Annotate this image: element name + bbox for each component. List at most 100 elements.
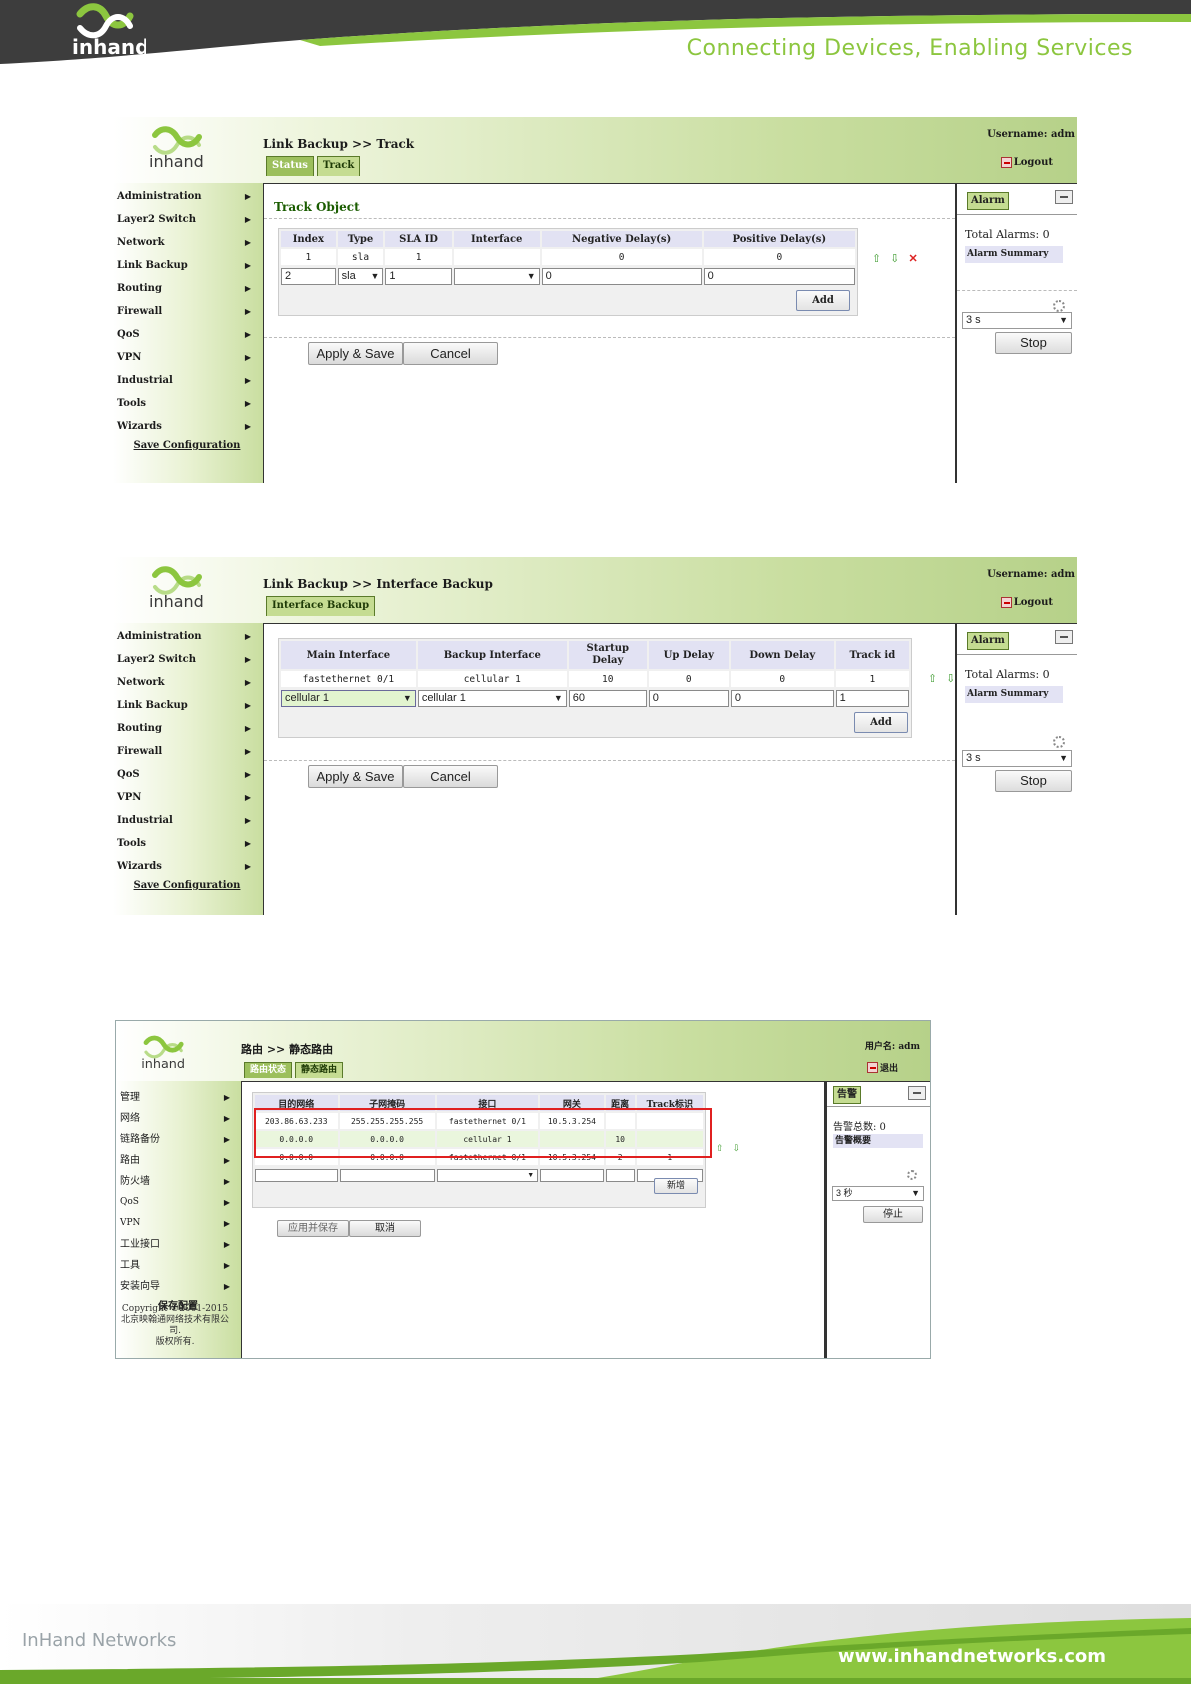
menu-item-layer2-switch[interactable]: Layer2 Switch ▶ bbox=[117, 208, 257, 231]
menu-item-vpn[interactable]: VPN ▶ bbox=[117, 346, 257, 369]
menu-item-tools[interactable]: 工具 ▶ bbox=[120, 1255, 236, 1276]
apply-save-button[interactable]: 应用并保存 bbox=[277, 1220, 349, 1237]
refresh-interval-select[interactable]: 3 s ▼ bbox=[962, 750, 1072, 767]
index-input[interactable]: 2 bbox=[281, 267, 336, 285]
alarm-tab[interactable]: Alarm bbox=[967, 192, 1009, 210]
refresh-interval-select[interactable]: 3 s ▼ bbox=[962, 312, 1072, 329]
menu-item-wizards[interactable]: 安装向导 ▶ bbox=[120, 1276, 236, 1297]
total-alarms: Total Alarms: 0 bbox=[965, 228, 1050, 241]
logout-link[interactable]: 退出 bbox=[866, 1061, 898, 1074]
interface-select[interactable]: ▼ bbox=[436, 1168, 539, 1182]
minimize-icon[interactable] bbox=[908, 1086, 926, 1100]
menu-item-vpn[interactable]: VPN ▶ bbox=[117, 786, 257, 809]
up-delay-input[interactable]: 0 bbox=[648, 689, 729, 707]
move-down-icon[interactable]: ⇩ bbox=[733, 1144, 741, 1154]
menu-item-tools[interactable]: Tools ▶ bbox=[117, 832, 257, 855]
menu-item-network[interactable]: 网络 ▶ bbox=[120, 1108, 236, 1129]
distance-input[interactable] bbox=[605, 1168, 635, 1182]
refresh-interval-select[interactable]: 3 秒 ▼ bbox=[832, 1186, 924, 1201]
menu-item-link-backup[interactable]: Link Backup ▶ bbox=[117, 254, 257, 277]
menu-item-administration[interactable]: Administration ▶ bbox=[117, 185, 257, 208]
cancel-button[interactable]: 取消 bbox=[349, 1220, 421, 1237]
startup-delay-input[interactable]: 60 bbox=[568, 689, 647, 707]
interface-backup-table: Main Interface Backup Interface Startup … bbox=[278, 638, 912, 738]
negative-delay-input[interactable]: 0 bbox=[541, 267, 702, 285]
tab-static-route[interactable]: 静态路由 bbox=[295, 1062, 344, 1078]
menu-item-qos[interactable]: QoS ▶ bbox=[117, 323, 257, 346]
add-button[interactable]: Add bbox=[854, 712, 908, 733]
move-up-icon[interactable]: ⇧ bbox=[872, 252, 881, 265]
apply-save-button[interactable]: Apply & Save bbox=[308, 765, 403, 788]
menu-item-network[interactable]: Network ▶ bbox=[117, 671, 257, 694]
stop-button[interactable]: Stop bbox=[995, 770, 1072, 792]
menu-item-link-backup[interactable]: 链路备份 ▶ bbox=[120, 1129, 236, 1150]
menu-item-vpn[interactable]: VPN ▶ bbox=[120, 1213, 236, 1234]
screenshot-track: inhand Link Backup >> Track Status Track… bbox=[113, 117, 1077, 483]
gateway-input[interactable] bbox=[540, 1168, 604, 1182]
destination-input[interactable] bbox=[255, 1168, 338, 1182]
inhand-logo-icon: inhand bbox=[72, 3, 146, 58]
inhand-logo-icon: inhand bbox=[141, 1035, 185, 1072]
sla-id-input[interactable]: 1 bbox=[385, 267, 452, 285]
menu-item-firewall[interactable]: Firewall ▶ bbox=[117, 300, 257, 323]
menu-item-firewall[interactable]: Firewall ▶ bbox=[117, 740, 257, 763]
menu-item-tools[interactable]: Tools ▶ bbox=[117, 392, 257, 415]
track-id-input[interactable]: 1 bbox=[835, 689, 909, 707]
apply-save-button[interactable]: Apply & Save bbox=[308, 342, 403, 365]
menu-item-routing[interactable]: Routing ▶ bbox=[117, 717, 257, 740]
save-configuration-link[interactable]: Save Configuration bbox=[117, 440, 257, 451]
move-up-icon[interactable]: ⇧ bbox=[928, 672, 937, 685]
delete-icon[interactable]: ✕ bbox=[908, 252, 917, 265]
logout-link[interactable]: Logout bbox=[1000, 157, 1053, 168]
main-interface-select[interactable]: cellular 1 ▼ bbox=[281, 689, 416, 707]
move-down-icon[interactable]: ⇩ bbox=[946, 672, 955, 685]
add-button[interactable]: 新增 bbox=[654, 1178, 698, 1194]
menu-item-management[interactable]: 管理 ▶ bbox=[120, 1087, 236, 1108]
alarm-summary-link[interactable]: Alarm Summary bbox=[965, 686, 1063, 703]
divider bbox=[264, 760, 955, 761]
save-configuration-link[interactable]: Save Configuration bbox=[117, 880, 257, 891]
menu-item-industrial[interactable]: Industrial ▶ bbox=[117, 369, 257, 392]
add-button[interactable]: Add bbox=[796, 290, 850, 311]
menu-item-network[interactable]: Network ▶ bbox=[117, 231, 257, 254]
alarm-summary-link[interactable]: 告警概要 bbox=[833, 1134, 923, 1148]
cancel-button[interactable]: Cancel bbox=[403, 765, 498, 788]
col-header: Backup Interface bbox=[417, 641, 567, 670]
tab-route-status[interactable]: 路由状态 bbox=[244, 1062, 293, 1078]
tab-track[interactable]: Track bbox=[316, 156, 361, 176]
down-delay-input[interactable]: 0 bbox=[730, 689, 834, 707]
menu-item-qos[interactable]: QoS ▶ bbox=[120, 1192, 236, 1213]
menu-item-industrial[interactable]: Industrial ▶ bbox=[117, 809, 257, 832]
menu-item-link-backup[interactable]: Link Backup ▶ bbox=[117, 694, 257, 717]
menu-item-wizards[interactable]: Wizards ▶ bbox=[117, 855, 257, 878]
positive-delay-input[interactable]: 0 bbox=[703, 267, 855, 285]
interface-select[interactable]: ▼ bbox=[453, 267, 540, 285]
tab-interface-backup[interactable]: Interface Backup bbox=[266, 596, 376, 616]
menu-item-routing[interactable]: 路由 ▶ bbox=[120, 1150, 236, 1171]
nav-menu: Administration ▶ Layer2 Switch ▶ Network ▶ … bbox=[117, 625, 257, 891]
cancel-button[interactable]: Cancel bbox=[403, 342, 498, 365]
alarm-summary-link[interactable]: Alarm Summary bbox=[965, 246, 1063, 263]
logout-link[interactable]: Logout bbox=[1000, 597, 1053, 608]
alarm-tab[interactable]: Alarm bbox=[967, 632, 1009, 650]
netmask-input[interactable] bbox=[339, 1168, 435, 1182]
menu-item-routing[interactable]: Routing ▶ bbox=[117, 277, 257, 300]
move-up-icon[interactable]: ⇧ bbox=[716, 1144, 724, 1154]
menu-item-wizards[interactable]: Wizards ▶ bbox=[117, 415, 257, 438]
menu-item-industrial[interactable]: 工业接口 ▶ bbox=[120, 1234, 236, 1255]
arrow-icon: ▶ bbox=[244, 792, 251, 802]
tab-status[interactable]: Status bbox=[266, 156, 314, 176]
loading-spinner-icon bbox=[1053, 300, 1065, 312]
move-down-icon[interactable]: ⇩ bbox=[890, 252, 899, 265]
stop-button[interactable]: Stop bbox=[995, 332, 1072, 354]
stop-button[interactable]: 停止 bbox=[863, 1206, 923, 1223]
menu-item-administration[interactable]: Administration ▶ bbox=[117, 625, 257, 648]
alarm-tab[interactable]: 告警 bbox=[833, 1086, 861, 1104]
backup-interface-select[interactable]: cellular 1 ▼ bbox=[417, 689, 567, 707]
minimize-icon[interactable] bbox=[1055, 630, 1073, 644]
menu-item-qos[interactable]: QoS ▶ bbox=[117, 763, 257, 786]
menu-item-layer2-switch[interactable]: Layer2 Switch ▶ bbox=[117, 648, 257, 671]
type-select[interactable]: sla ▼ bbox=[337, 267, 384, 285]
menu-item-firewall[interactable]: 防火墙 ▶ bbox=[120, 1171, 236, 1192]
minimize-icon[interactable] bbox=[1055, 190, 1073, 204]
